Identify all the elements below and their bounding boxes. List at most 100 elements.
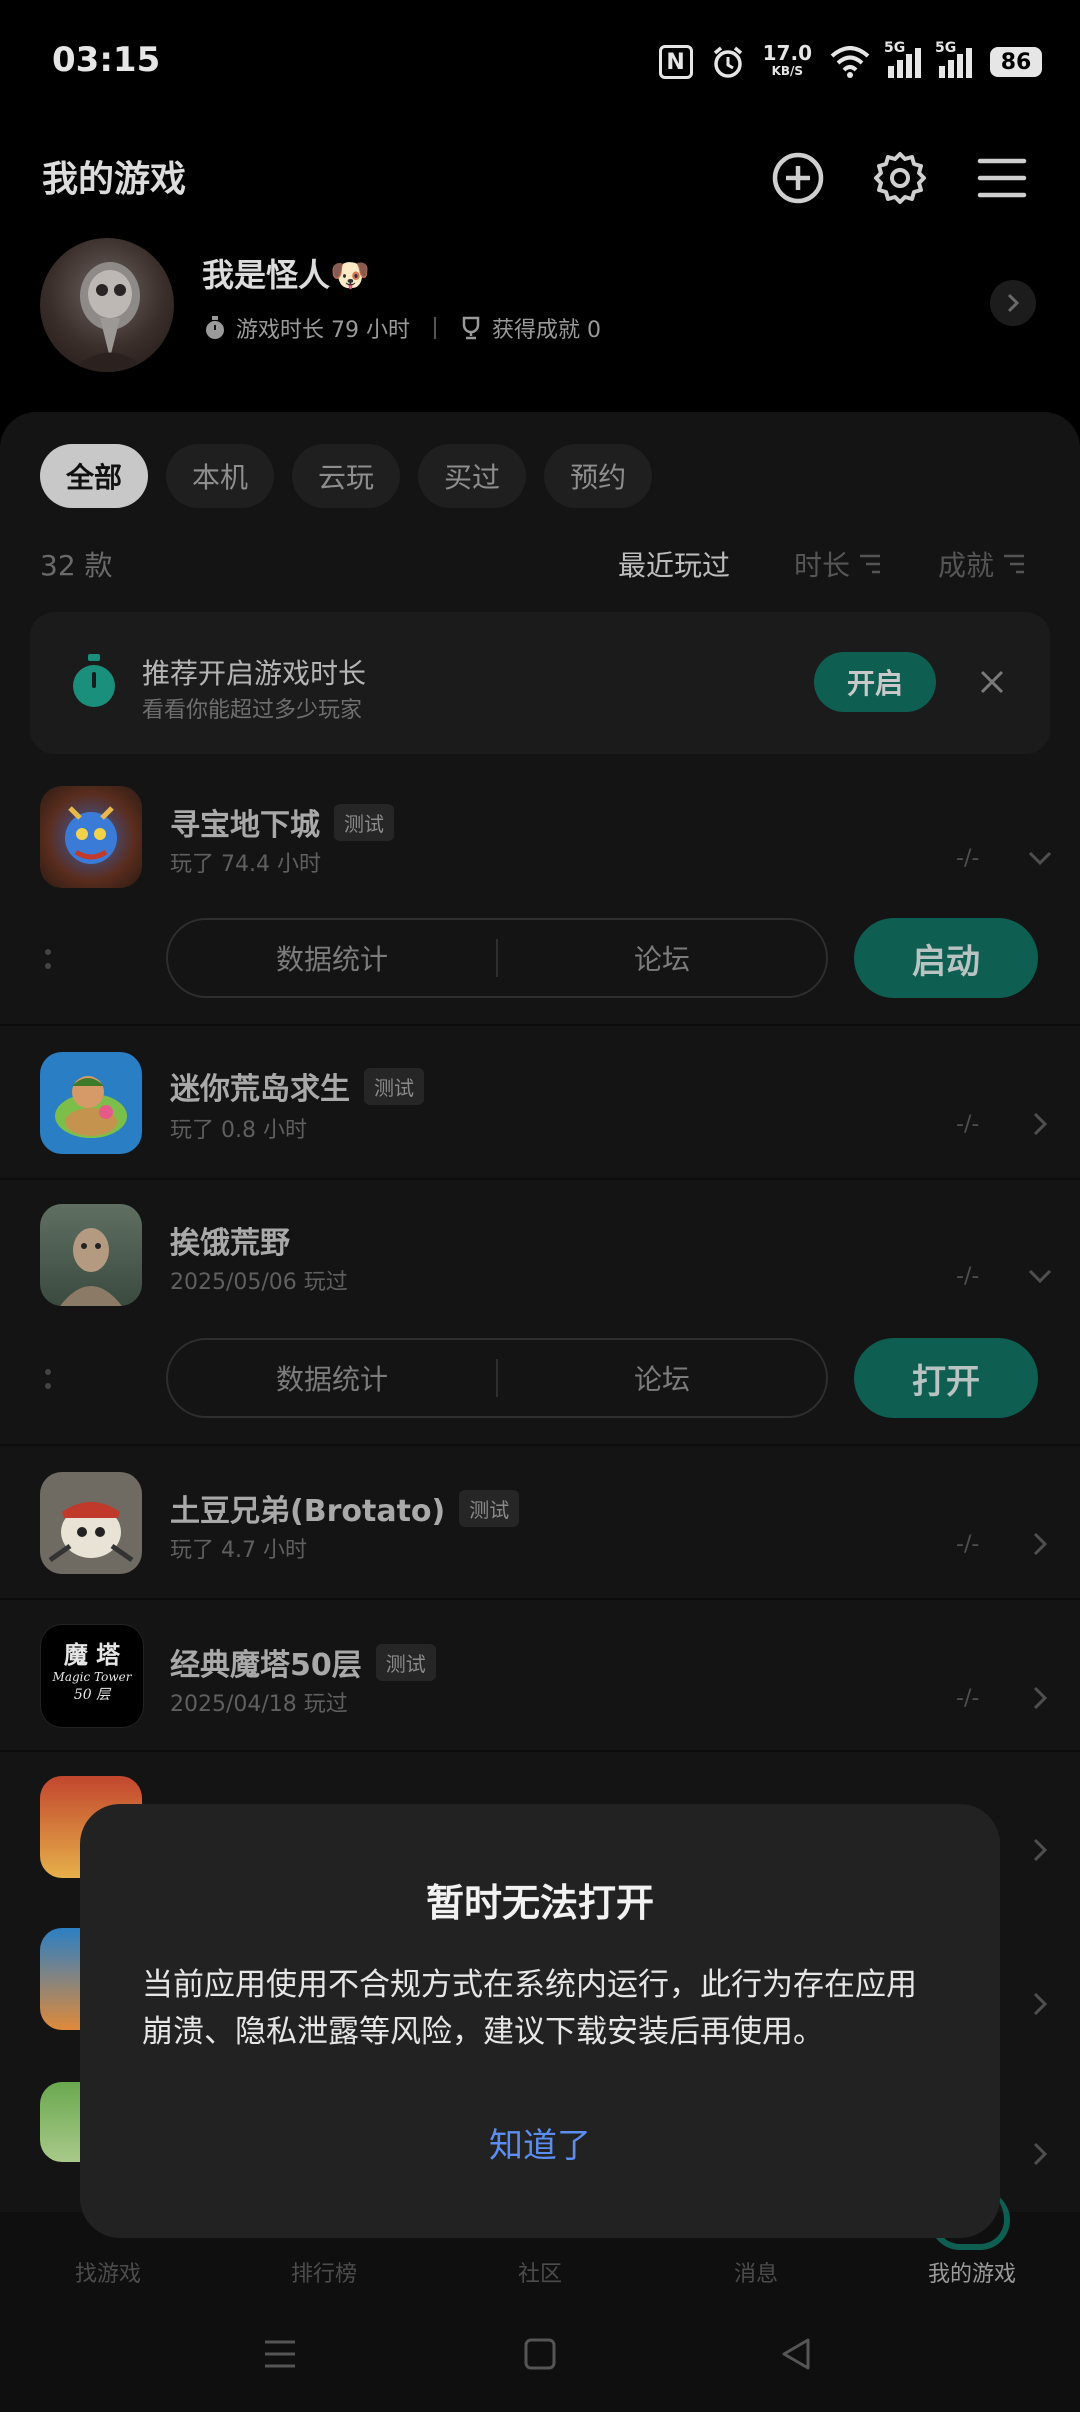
profile-achievements: 获得成就 0 (491, 318, 601, 343)
game-actions: 数据统计 论坛 (166, 918, 828, 998)
dialog-ok-button[interactable]: 知道了 (80, 2118, 1000, 2167)
game-name: 土豆兄弟(Brotato) (170, 1494, 446, 1529)
game-title[interactable]: 挨饿荒野 (170, 1218, 290, 1262)
game-achievement-ratio: -/- (956, 1686, 980, 1711)
chip-local[interactable]: 本机 (166, 444, 275, 508)
game-count: 32 款 (40, 549, 113, 582)
sort-duration[interactable]: 时长 (794, 544, 882, 584)
icon-text-3: 50 层 (73, 1687, 111, 1703)
nfc-icon: N (658, 45, 693, 79)
launch-button[interactable]: 启动 (854, 918, 1038, 998)
divider (0, 1024, 1080, 1026)
game-title[interactable]: 迷你荒岛求生 测试 (170, 1064, 424, 1108)
game-icon[interactable]: 魔 塔 Magic Tower 50 层 (40, 1624, 144, 1728)
chevron-right-icon[interactable] (1026, 1684, 1054, 1712)
game-title[interactable]: 土豆兄弟(Brotato) 测试 (170, 1486, 520, 1530)
sort-duration-label: 时长 (794, 549, 851, 582)
game-title[interactable]: 寻宝地下城 测试 (170, 800, 394, 844)
beta-tag: 测试 (334, 803, 394, 841)
game-icon[interactable] (40, 786, 142, 888)
chip-cloud[interactable]: 云玩 (292, 444, 401, 508)
status-icons: N 17.0 KB/S 5G 5G 86 (658, 38, 1042, 86)
profile-stats: 游戏时长 79 小时 获得成就 0 (204, 312, 601, 344)
sort-recent[interactable]: 最近玩过 (618, 544, 730, 584)
chevron-right-icon[interactable] (1026, 2140, 1054, 2168)
data-stats-button[interactable]: 数据统计 (168, 938, 496, 978)
chip-reserved[interactable]: 预约 (544, 444, 653, 508)
forum-button[interactable]: 论坛 (498, 1358, 826, 1398)
chevron-right-icon[interactable] (1026, 1990, 1054, 2018)
icon-text-2: Magic Tower (52, 1670, 132, 1684)
game-name: 挨饿荒野 (170, 1226, 290, 1261)
game-actions: 数据统计 论坛 (166, 1338, 828, 1418)
game-achievement-ratio: -/- (956, 1264, 980, 1289)
game-name: 寻宝地下城 (170, 808, 320, 843)
avatar[interactable] (40, 238, 174, 372)
trophy-icon (462, 316, 480, 340)
nav-find-games[interactable]: 找游戏 (0, 2256, 216, 2288)
back-icon[interactable] (778, 2336, 814, 2372)
close-icon (980, 670, 1004, 694)
chevron-down-icon[interactable] (1026, 1262, 1054, 1290)
gear-icon (874, 152, 926, 204)
beta-tag: 测试 (459, 1489, 520, 1527)
signal-2-icon: 5G (935, 40, 972, 78)
drag-handle-icon[interactable] (44, 946, 52, 972)
chevron-right-icon[interactable] (1026, 1836, 1054, 1864)
menu-icon (977, 158, 1027, 198)
close-banner-button[interactable] (974, 664, 1010, 700)
divider (0, 1178, 1080, 1180)
game-icon[interactable] (40, 1472, 142, 1574)
settings-button[interactable] (870, 148, 930, 208)
sort-achievement-label: 成就 (938, 549, 995, 582)
recent-apps-icon[interactable] (262, 2336, 298, 2372)
game-playtime: 玩了 0.8 小时 (170, 1118, 307, 1143)
game-title[interactable]: 经典魔塔50层 测试 (170, 1640, 436, 1684)
enable-playtime-button[interactable]: 开启 (814, 652, 936, 712)
nav-my-games[interactable]: 我的游戏 (864, 2256, 1080, 2288)
open-button[interactable]: 打开 (854, 1338, 1038, 1418)
stopwatch-icon (68, 654, 120, 710)
icon-text-1: 魔 塔 (63, 1640, 121, 1669)
stopwatch-icon (206, 316, 224, 339)
divider (0, 1444, 1080, 1446)
page-title: 我的游戏 (42, 159, 187, 200)
status-time: 03:15 (52, 40, 161, 80)
data-stats-button[interactable]: 数据统计 (168, 1358, 496, 1398)
add-game-button[interactable] (768, 148, 828, 208)
nav-rankings[interactable]: 排行榜 (216, 2256, 432, 2288)
wifi-icon (830, 46, 870, 78)
chevron-right-icon[interactable] (1026, 1530, 1054, 1558)
battery-indicator: 86 (990, 47, 1042, 77)
alarm-icon (713, 46, 742, 78)
bottom-nav (0, 2212, 1080, 2412)
nav-community[interactable]: 社区 (432, 2256, 648, 2288)
profile-name[interactable]: 我是怪人🐶 (202, 250, 370, 296)
drag-handle-icon[interactable] (44, 1366, 52, 1392)
beta-tag: 测试 (375, 1643, 436, 1681)
game-last-played: 2025/04/18 玩过 (170, 1692, 348, 1717)
game-name: 经典魔塔50层 (170, 1648, 362, 1683)
filter-chips: 全部 本机 云玩 买过 预约 (40, 444, 653, 508)
nav-messages[interactable]: 消息 (648, 2256, 864, 2288)
sort-achievement[interactable]: 成就 (938, 544, 1026, 584)
avatar-image (70, 262, 150, 372)
sort-icon (860, 554, 881, 574)
chevron-right-icon[interactable] (1026, 1110, 1054, 1138)
game-icon[interactable] (40, 1052, 142, 1154)
game-playtime: 玩了 4.7 小时 (170, 1538, 307, 1563)
chevron-down-icon[interactable] (1026, 844, 1054, 872)
profile-detail-button[interactable] (990, 280, 1036, 326)
dialog-message: 当前应用使用不合规方式在系统内运行，此行为存在应用崩溃、隐私泄露等风险，建议下载… (142, 1967, 917, 2050)
chip-purchased[interactable]: 买过 (418, 444, 527, 508)
menu-button[interactable] (972, 148, 1032, 208)
banner-title: 推荐开启游戏时长 (142, 657, 367, 690)
speed-value: 17.0 (762, 41, 812, 65)
home-icon[interactable] (522, 2336, 558, 2372)
game-playtime: 玩了 74.4 小时 (170, 852, 321, 877)
forum-button[interactable]: 论坛 (498, 938, 826, 978)
divider (0, 1750, 1080, 1752)
chip-all[interactable]: 全部 (40, 444, 149, 508)
game-icon[interactable] (40, 1204, 142, 1306)
network-speed: 17.0 KB/S (762, 41, 812, 80)
